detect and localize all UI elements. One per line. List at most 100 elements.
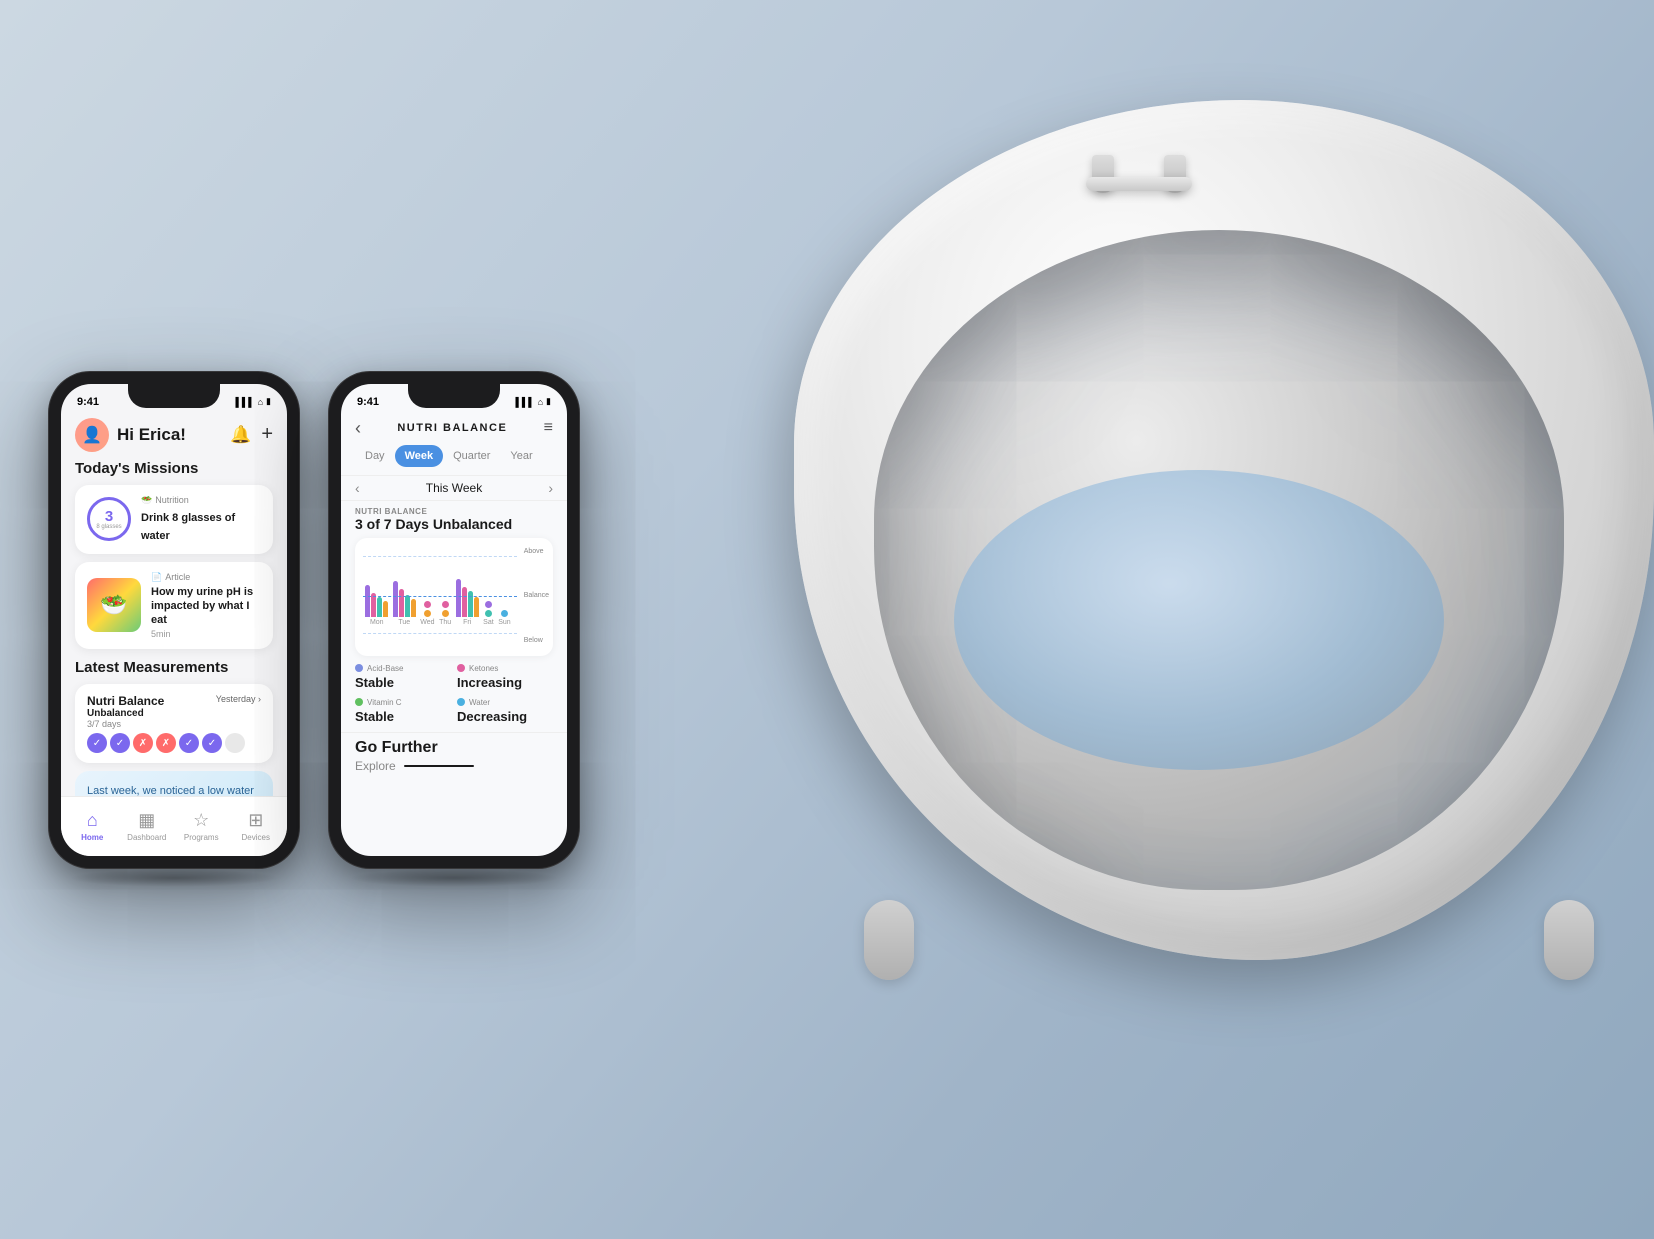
mission-card[interactable]: 3 8 glasses 🥗 Nutrition Drink 8 glasses … <box>75 485 273 554</box>
tab-quarter[interactable]: Quarter <box>443 445 500 467</box>
devices-icon: ⊞ <box>248 810 263 831</box>
mission-number: 3 <box>105 509 113 524</box>
nav-home-label: Home <box>81 833 103 842</box>
day-sat: Sat <box>483 619 494 626</box>
missions-title: Today's Missions <box>75 460 273 477</box>
article-category: Article <box>165 572 190 582</box>
article-card[interactable]: 🥗 📄 Article How my urine pH is impacted … <box>75 562 273 650</box>
toilet-bolt-right <box>1544 900 1594 980</box>
nutri-summary: NUTRI BALANCE 3 of 7 Days Unbalanced <box>341 507 567 532</box>
explore-row: Explore <box>355 759 553 773</box>
battery-icon: ▮ <box>266 396 271 407</box>
programs-icon: ☆ <box>193 810 209 831</box>
week-next-arrow[interactable]: › <box>548 480 553 496</box>
article-category-row: 📄 Article <box>151 572 261 583</box>
tab-day[interactable]: Day <box>355 445 395 467</box>
label-above: Above <box>524 548 549 555</box>
mission-circle: 3 8 glasses <box>87 497 131 541</box>
measurement-dots: ✓ ✓ ✗ ✗ ✓ ✓ <box>87 733 261 753</box>
home-icon: ⌂ <box>87 810 98 831</box>
water-label: Water <box>469 698 490 707</box>
explore-underline <box>404 765 474 767</box>
measurement-progress: 3/7 days <box>87 719 164 729</box>
metric-vitamin-c: Vitamin C Stable <box>355 698 451 726</box>
avatar: 👤 <box>75 418 109 452</box>
metrics-grid: Acid-Base Stable Ketones Increasing <box>341 664 567 726</box>
article-image: 🥗 <box>87 578 141 632</box>
measurement-date: Yesterday › <box>216 694 261 704</box>
phone-2-time: 9:41 <box>357 396 379 408</box>
dot-2: ✓ <box>110 733 130 753</box>
article-text: 📄 Article How my urine pH is impacted by… <box>151 572 261 640</box>
tab-week[interactable]: Week <box>395 445 444 467</box>
week-label: This Week <box>426 481 482 495</box>
chart-col-tue: Tue <box>393 569 416 626</box>
nav-dashboard-label: Dashboard <box>127 833 166 842</box>
chart-col-thu: Thu <box>439 569 451 626</box>
period-tabs: Day Week Quarter Year <box>341 445 567 467</box>
day-tue: Tue <box>398 619 410 626</box>
chart-col-sun: Sun <box>498 569 510 626</box>
nav-devices[interactable]: ⊞ Devices <box>229 810 284 842</box>
menu-button[interactable]: ≡ <box>544 419 553 437</box>
background: 9:41 ▌▌▌ ⌂ ▮ 👤 Hi Erica! 🔔 <box>0 0 1654 1239</box>
phone-2-shadow <box>349 869 559 887</box>
chart-col-fri: Fri <box>456 569 479 626</box>
chart-right-labels: Above Balance Below <box>524 548 549 644</box>
dashboard-icon: ▦ <box>138 810 155 831</box>
day-thu: Thu <box>439 619 451 626</box>
acid-base-value: Stable <box>355 675 394 690</box>
measurement-text-group: Nutri Balance Unbalanced 3/7 days <box>87 694 164 729</box>
mission-text: 🥗 Nutrition Drink 8 glasses of water <box>141 495 261 544</box>
vitamin-c-label: Vitamin C <box>367 698 402 707</box>
above-dashed-line <box>363 556 517 557</box>
add-icon[interactable]: + <box>261 423 273 446</box>
signal-icon: ▌▌▌ <box>235 397 254 407</box>
label-balance: Balance <box>524 592 549 599</box>
phone-1-status-icons: ▌▌▌ ⌂ ▮ <box>235 396 271 407</box>
measurements-title: Latest Measurements <box>75 659 273 676</box>
toilet-water <box>954 470 1444 770</box>
phone-1: 9:41 ▌▌▌ ⌂ ▮ 👤 Hi Erica! 🔔 <box>48 371 300 869</box>
go-further-title: Go Further <box>355 739 553 757</box>
tab-year[interactable]: Year <box>500 445 542 467</box>
dot-3: ✗ <box>133 733 153 753</box>
measurement-status: Unbalanced <box>87 708 164 719</box>
nav-devices-label: Devices <box>242 833 270 842</box>
nutri-balance-title: NUTRI BALANCE <box>361 422 544 434</box>
battery-icon-2: ▮ <box>546 396 551 407</box>
day-sun: Sun <box>498 619 510 626</box>
mission-sublabel: 8 glasses <box>96 524 121 530</box>
bell-icon[interactable]: 🔔 <box>230 425 251 445</box>
wifi-icon: ⌂ <box>258 397 263 407</box>
chart-col-mon: Mon <box>365 569 388 626</box>
measurement-card[interactable]: Nutri Balance Unbalanced 3/7 days Yester… <box>75 684 273 763</box>
dot-5: ✓ <box>179 733 199 753</box>
greeting-text: Hi Erica! <box>109 425 230 445</box>
phone-1-shadow <box>69 869 279 887</box>
toilet-bolt-left <box>864 900 914 980</box>
dot-6: ✓ <box>202 733 222 753</box>
insight-text: Last week, we noticed a low water balanc… <box>87 785 254 795</box>
metric-acid-base: Acid-Base Stable <box>355 664 451 692</box>
signal-icon-2: ▌▌▌ <box>515 397 534 407</box>
nav-programs-label: Programs <box>184 833 219 842</box>
mission-description: Drink 8 glasses of water <box>141 512 235 542</box>
header-actions: 🔔 + <box>230 423 273 446</box>
nutri-status-text: 3 of 7 Days Unbalanced <box>355 516 553 532</box>
bottom-nav: ⌂ Home ▦ Dashboard ☆ Programs ⊞ Devices <box>61 796 287 856</box>
chart-col-wed: Wed <box>420 569 434 626</box>
balance-dashed-line <box>363 596 517 597</box>
nav-home[interactable]: ⌂ Home <box>65 810 120 842</box>
wifi-icon-2: ⌂ <box>538 397 543 407</box>
metric-water: Water Decreasing <box>457 698 553 726</box>
nav-programs[interactable]: ☆ Programs <box>174 810 229 842</box>
ketones-value: Increasing <box>457 675 522 690</box>
nav-dashboard[interactable]: ▦ Dashboard <box>120 810 175 842</box>
week-prev-arrow[interactable]: ‹ <box>355 480 360 496</box>
mission-category: Nutrition <box>155 495 189 505</box>
measurement-header: Nutri Balance Unbalanced 3/7 days Yester… <box>87 694 261 729</box>
toilet-area <box>764 100 1654 1150</box>
water-value: Decreasing <box>457 709 527 724</box>
metric-ketones: Ketones Increasing <box>457 664 553 692</box>
